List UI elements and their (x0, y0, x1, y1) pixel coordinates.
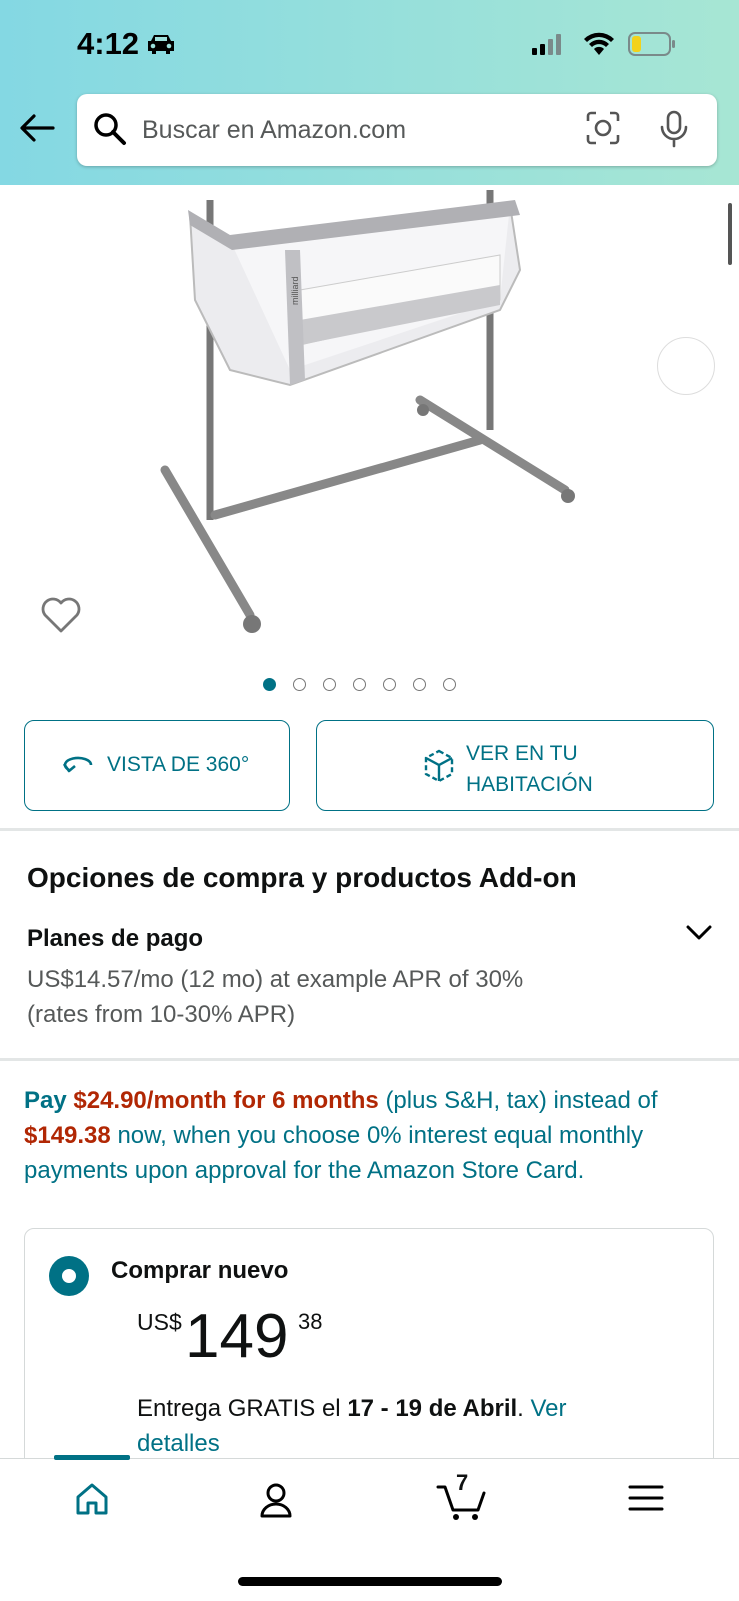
heart-icon[interactable] (40, 596, 82, 634)
bassinet-image: milliard (160, 190, 575, 633)
view-360-label: VISTA DE 360° (107, 753, 250, 776)
status-time: 4:12 (77, 26, 140, 61)
image-pagination[interactable] (263, 678, 456, 691)
page-dot[interactable] (323, 678, 336, 691)
chevron-down-icon[interactable] (686, 924, 712, 942)
status-bar: 4:12 (0, 0, 739, 90)
search-bar[interactable]: Buscar en Amazon.com (77, 94, 717, 166)
car-icon (148, 35, 174, 54)
plan-line: (rates from 10-30% APR) (27, 1001, 296, 1028)
divider (0, 828, 739, 831)
back-arrow-icon[interactable] (18, 113, 56, 143)
cellular-signal-icon (532, 34, 561, 55)
promo-rest: now, when you choose 0% interest equal m… (24, 1122, 644, 1184)
delivery-dates: 17 - 19 de Abril (347, 1395, 518, 1422)
app-header: 4:12 Buscar en Amazon.com (0, 0, 739, 185)
delivery-info: Entrega GRATIS el 17 - 19 de Abril. Ver … (137, 1395, 567, 1457)
search-input[interactable]: Buscar en Amazon.com (142, 116, 406, 145)
price-fraction: 38 (298, 1309, 323, 1334)
home-indicator[interactable] (238, 1577, 502, 1586)
view-in-room-button[interactable]: VER EN TU HABITACIÓN (316, 720, 714, 811)
price-currency: US$ (137, 1309, 182, 1335)
promo-monthly: $24.90/month for 6 months (73, 1087, 379, 1114)
bottom-tab-bar: 7 (0, 1455, 739, 1601)
cart-count: 7 (456, 1470, 469, 1495)
promo-price: $149.38 (24, 1122, 111, 1149)
view-360-button[interactable]: VISTA DE 360° (24, 720, 290, 811)
buy-new-radio[interactable] (49, 1256, 89, 1296)
page-dot[interactable] (293, 678, 306, 691)
page-dot[interactable] (413, 678, 426, 691)
rotate-360-icon (62, 756, 93, 773)
page-dot[interactable] (263, 678, 276, 691)
buy-new-box[interactable]: Comprar nuevo US$ 149 38 Entrega GRATIS … (24, 1228, 714, 1488)
plan-line: US$14.57/mo (12 mo) at example APR of 30… (27, 966, 524, 993)
price-whole: 149 (185, 1302, 289, 1371)
divider (0, 1058, 739, 1061)
view-in-room-label: VER EN TU HABITACIÓN (466, 742, 593, 796)
home-icon[interactable] (74, 1481, 110, 1517)
camera-lens-icon[interactable] (585, 110, 621, 146)
promo-mid: (plus S&H, tax) instead of (385, 1087, 658, 1114)
search-icon (94, 113, 126, 145)
wifi-icon (584, 32, 614, 55)
battery-icon (628, 32, 675, 56)
payment-plans-title[interactable]: Planes de pago (27, 925, 203, 953)
options-title: Opciones de compra y productos Add-on (27, 862, 577, 893)
buy-new-label: Comprar nuevo (111, 1257, 289, 1284)
active-tab-indicator (54, 1455, 130, 1460)
delivery-prefix: Entrega GRATIS el (137, 1395, 341, 1422)
page-dot[interactable] (353, 678, 366, 691)
ar-cube-icon (424, 749, 454, 783)
store-card-promo[interactable]: Pay $24.90/month for 6 months (plus S&H,… (24, 1083, 714, 1188)
product-image[interactable]: milliard (0, 185, 739, 670)
page-dot[interactable] (443, 678, 456, 691)
share-button[interactable] (657, 337, 715, 395)
promo-pay: Pay (24, 1087, 67, 1114)
menu-icon[interactable] (628, 1481, 664, 1515)
microphone-icon[interactable] (659, 110, 689, 148)
image-brand-text: milliard (290, 276, 300, 305)
scrollbar[interactable] (728, 203, 732, 265)
page-dot[interactable] (383, 678, 396, 691)
account-icon[interactable] (258, 1481, 294, 1519)
payment-plans-text: US$14.57/mo (12 mo) at example APR of 30… (27, 962, 627, 1032)
